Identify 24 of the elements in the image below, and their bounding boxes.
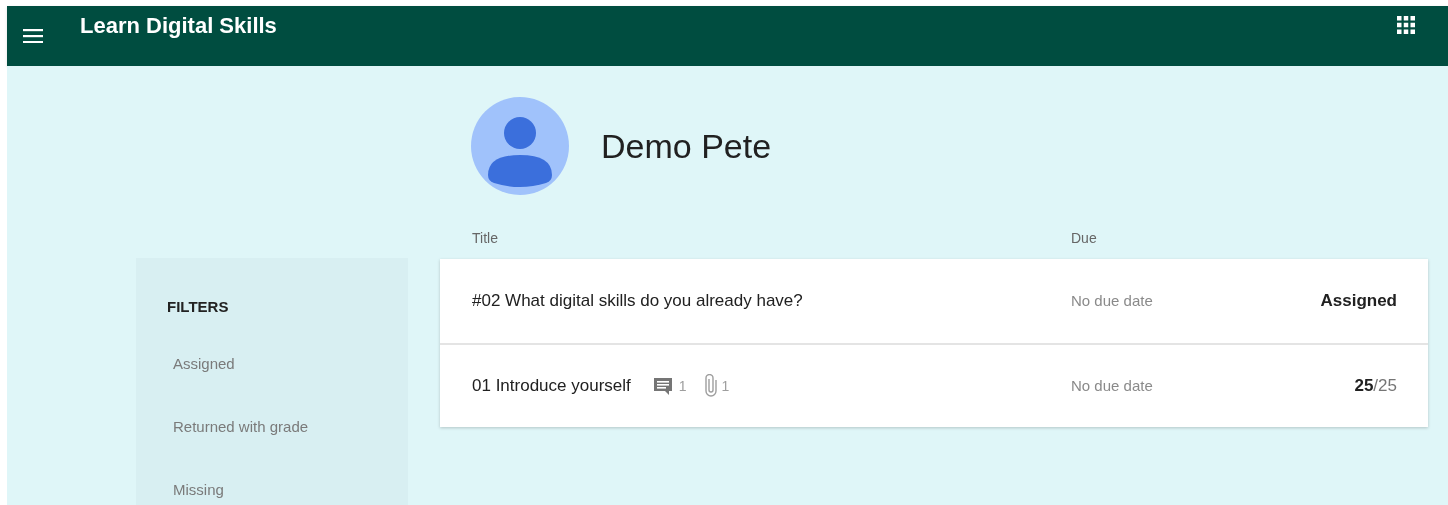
filters-heading: FILTERS <box>167 297 230 316</box>
filter-link[interactable]: Missing <box>173 475 408 505</box>
due-date: No due date <box>1071 290 1153 311</box>
assignment-title: 01 Introduce yourself <box>472 375 631 398</box>
filter-link[interactable]: Returned with grade <box>173 412 408 442</box>
due-date: No due date <box>1071 375 1153 396</box>
comment-count: 1 <box>678 376 687 396</box>
column-header: Due <box>1071 229 1097 248</box>
column-header: Title <box>472 229 499 248</box>
student-name: Demo Pete <box>601 125 772 167</box>
grade: 25/25 <box>1354 375 1397 398</box>
app-title: Learn Digital Skills <box>80 11 277 40</box>
paperclip-icon <box>704 374 717 398</box>
attachment-count: 1 <box>721 376 730 396</box>
filter-link[interactable]: Assigned <box>173 349 408 379</box>
apps-grid-icon <box>1397 16 1415 34</box>
assignment-row[interactable]: #02 What digital skills do you already have? No due date Assigned <box>440 259 1428 343</box>
status-label: Assigned <box>1320 290 1397 313</box>
avatar-icon <box>471 97 569 195</box>
menu-icon <box>23 29 43 43</box>
comment-icon <box>652 376 673 396</box>
assignment-row[interactable]: 01 Introduce yourself 1 1 No due date 25/25 <box>440 343 1428 427</box>
assignment-title: #02 What digital skills do you already have? <box>472 290 803 313</box>
apps-button[interactable] <box>1395 14 1417 36</box>
